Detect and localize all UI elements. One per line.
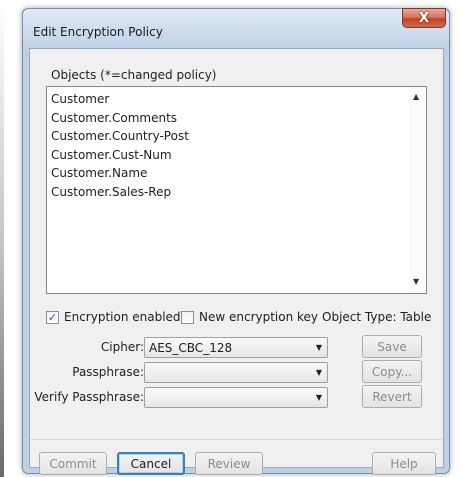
list-item[interactable]: Customer.Name: [51, 164, 189, 183]
objects-listbox[interactable]: Customer Customer.Comments Customer.Coun…: [46, 86, 427, 294]
objects-list: Customer Customer.Comments Customer.Coun…: [51, 90, 189, 201]
new-encryption-key-checkbox[interactable]: New encryption key: [181, 309, 318, 325]
title-bar[interactable]: Edit Encryption Policy: [23, 9, 449, 47]
encryption-enabled-checkbox[interactable]: ✓ Encryption enabled: [46, 309, 181, 325]
footer-divider: [30, 439, 443, 440]
cipher-select[interactable]: AES_CBC_128 ▼: [144, 337, 328, 358]
vertical-scrollbar[interactable]: ▲ ▼: [409, 87, 426, 293]
cipher-value: AES_CBC_128: [149, 341, 233, 355]
scroll-up-icon[interactable]: ▲: [413, 92, 419, 101]
verify-passphrase-field[interactable]: ▼: [144, 387, 328, 408]
passphrase-field[interactable]: ▼: [144, 362, 328, 383]
list-item[interactable]: Customer: [51, 90, 189, 109]
window-title: Edit Encryption Policy: [33, 25, 163, 39]
passphrase-label: Passphrase:: [72, 365, 144, 379]
dialog-window: Edit Encryption Policy X Objects (*=chan…: [22, 8, 450, 475]
objects-label: Objects (*=changed policy): [51, 68, 217, 82]
close-button[interactable]: X: [402, 8, 446, 28]
cancel-button[interactable]: Cancel: [117, 452, 185, 475]
chevron-down-icon: ▼: [315, 368, 322, 377]
chevron-down-icon: ▼: [315, 393, 322, 402]
list-item[interactable]: Customer.Sales-Rep: [51, 183, 189, 202]
checkmark-icon[interactable]: ✓: [46, 310, 59, 324]
revert-button[interactable]: Revert: [362, 385, 422, 408]
list-item[interactable]: Customer.Comments: [51, 109, 189, 128]
cipher-label: Cipher:: [100, 340, 144, 354]
save-button[interactable]: Save: [362, 335, 422, 358]
close-icon: X: [418, 10, 430, 26]
help-button[interactable]: Help: [372, 452, 436, 475]
commit-button[interactable]: Commit: [39, 452, 107, 475]
new-encryption-key-label: New encryption key: [199, 310, 319, 324]
verify-passphrase-label: Verify Passphrase:: [34, 390, 144, 404]
review-button[interactable]: Review: [195, 452, 263, 475]
encryption-enabled-label: Encryption enabled: [64, 310, 181, 324]
copy-button[interactable]: Copy...: [362, 360, 422, 383]
object-type-label: Object Type: Table: [322, 310, 432, 324]
scroll-down-icon[interactable]: ▼: [413, 277, 419, 286]
checkbox-box[interactable]: [181, 310, 194, 324]
list-item[interactable]: Customer.Country-Post: [51, 127, 189, 146]
list-item[interactable]: Customer.Cust-Num: [51, 146, 189, 165]
dialog-body: Objects (*=changed policy) Customer Cust…: [29, 48, 444, 475]
desktop-edge: [0, 0, 4, 477]
chevron-down-icon: ▼: [315, 343, 322, 352]
